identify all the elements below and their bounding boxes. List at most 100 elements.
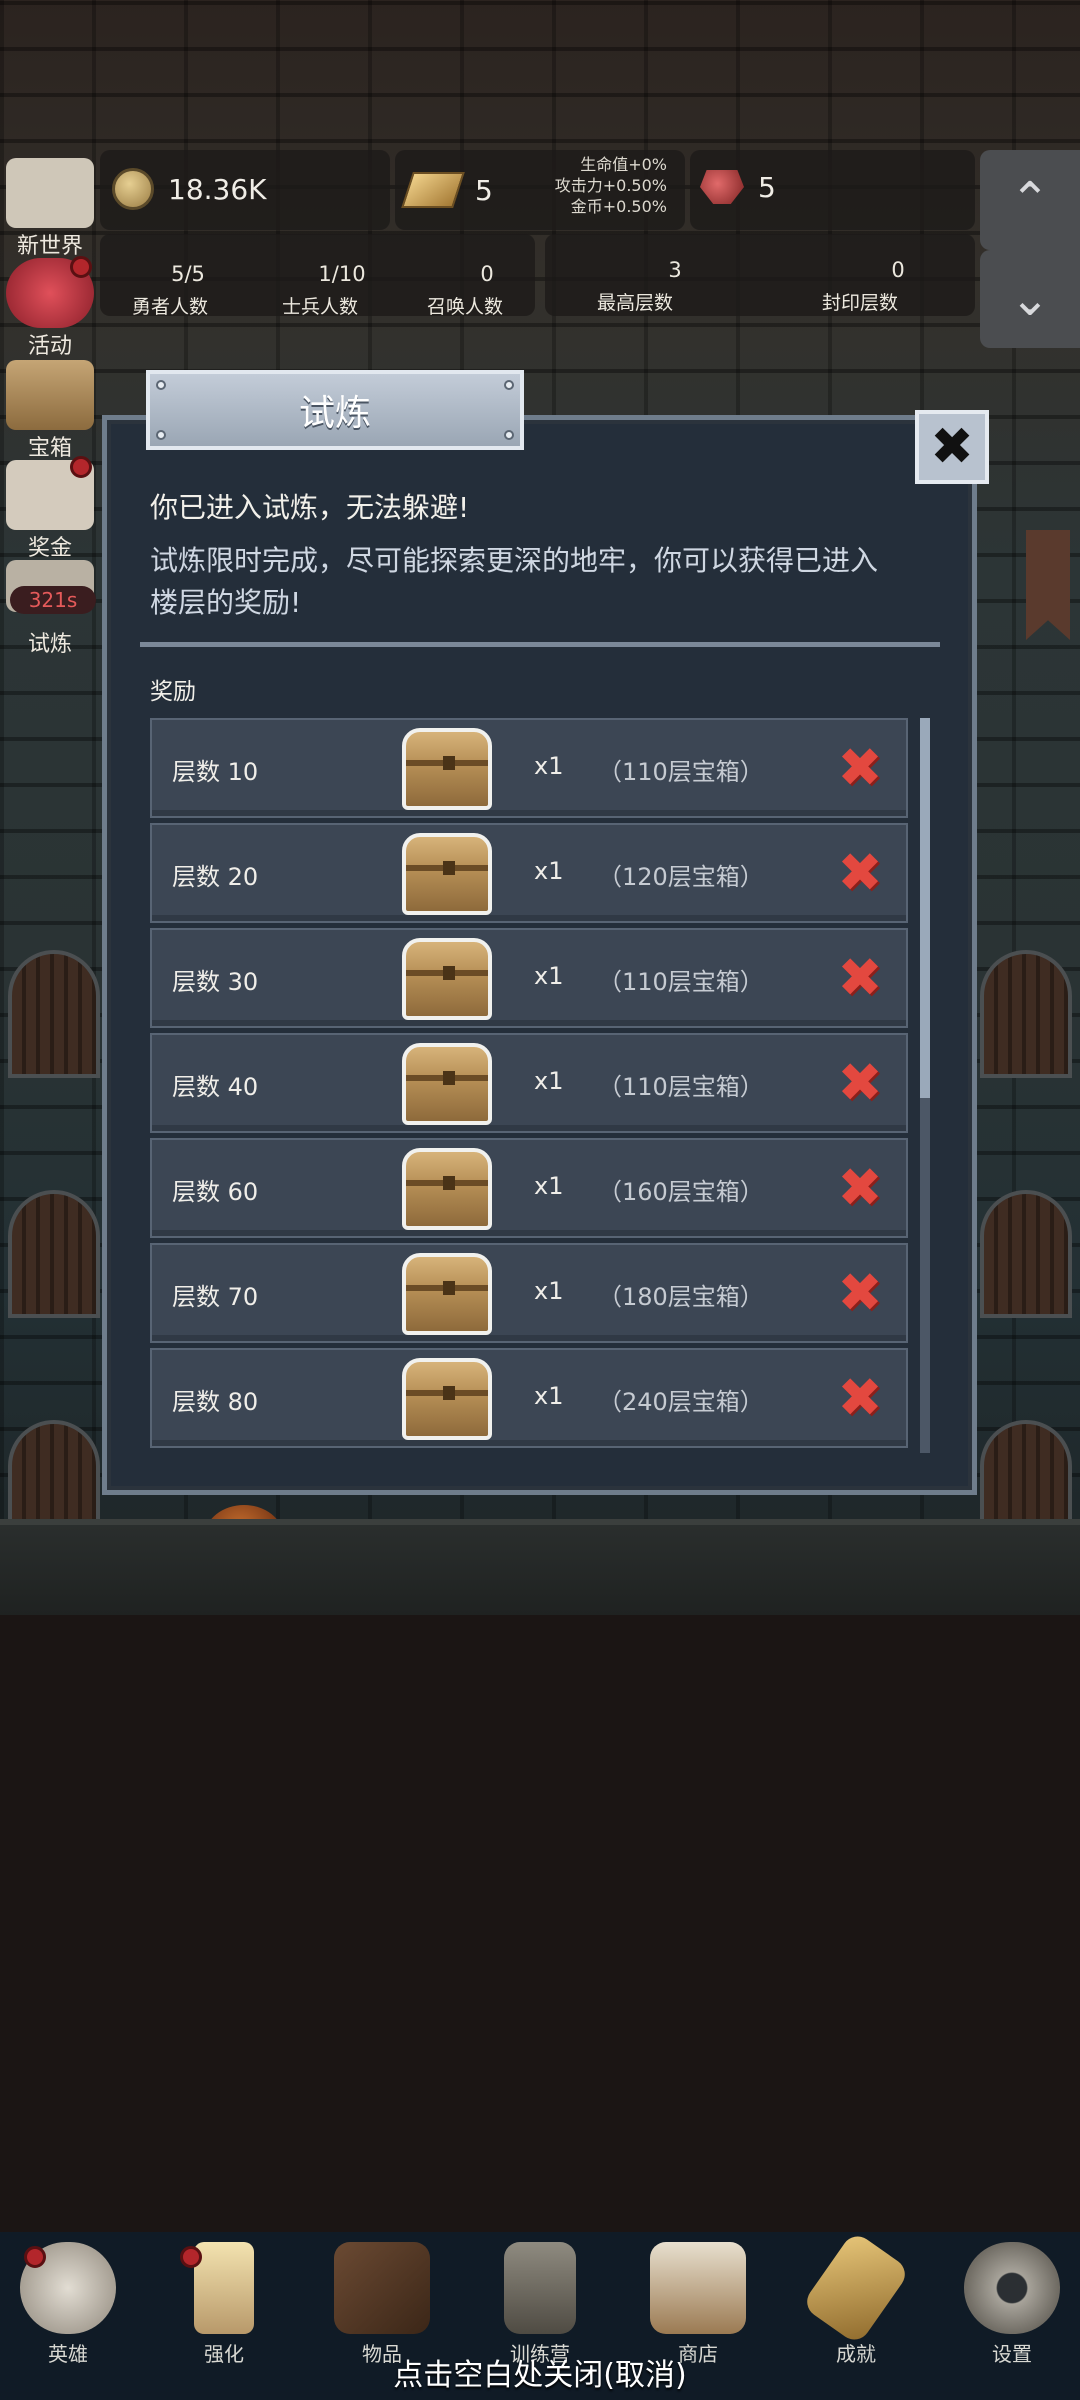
lantern-icon: [504, 2242, 576, 2334]
tab-shop[interactable]: 商店: [638, 2242, 758, 2366]
chevron-down-icon: ⌄: [1009, 271, 1051, 327]
chest-icon: [402, 1358, 492, 1440]
side-item-new-world[interactable]: 新世界: [0, 158, 100, 260]
side-item-label: 奖金: [27, 536, 72, 561]
reward-list[interactable]: 层数 10 x1 （110层宝箱） ✖ 层数 20 x1 （120层宝箱） ✖ …: [150, 718, 910, 1453]
scrollbar-thumb[interactable]: [920, 718, 930, 1098]
dungeon-door: [8, 950, 100, 1078]
close-button[interactable]: ✖: [915, 410, 989, 484]
reward-row[interactable]: 层数 60 x1 （160层宝箱） ✖: [150, 1138, 908, 1238]
rivet: [156, 430, 166, 440]
trial-description-line1: 试炼限时完成，尽可能探索更深的地牢，你可以获得已进入: [150, 544, 879, 577]
dungeon-door: [8, 1190, 100, 1318]
side-item-label: 新世界: [16, 234, 83, 259]
chest-icon: [402, 1043, 492, 1125]
dialog-title: 试炼: [146, 370, 524, 450]
red-x-icon: ✖: [837, 1156, 883, 1219]
chest-icon: [402, 938, 492, 1020]
tab-settings[interactable]: 设置: [952, 2242, 1072, 2366]
map-icon: [6, 158, 94, 228]
red-x-icon: ✖: [837, 1261, 883, 1324]
slime-monster: [205, 1505, 283, 1567]
dungeon-door: [8, 1420, 100, 1548]
reward-floor: 层数 10: [172, 758, 259, 786]
reward-floor: 层数 30: [172, 968, 259, 996]
chest-icon: [6, 360, 94, 430]
reward-row[interactable]: 层数 70 x1 （180层宝箱） ✖: [150, 1243, 908, 1343]
book-icon: [334, 2242, 430, 2334]
ingot-value: 5: [475, 173, 493, 207]
trial-timer: 321s: [10, 586, 96, 614]
reward-qty: x1: [534, 1172, 564, 1200]
gold-coin-icon: [112, 168, 154, 210]
atk-bonus: 攻击力+0.50%: [554, 176, 667, 195]
side-item-chest[interactable]: 宝箱: [0, 360, 100, 462]
divider: [140, 642, 940, 647]
dungeon-door: [980, 1420, 1072, 1548]
reward-box: （110层宝箱）: [598, 1073, 764, 1101]
reward-floor: 层数 80: [172, 1388, 259, 1416]
reward-row[interactable]: 层数 40 x1 （110层宝箱） ✖: [150, 1033, 908, 1133]
notification-dot: [70, 256, 92, 278]
reward-row[interactable]: 层数 20 x1 （120层宝箱） ✖: [150, 823, 908, 923]
gold-value: 18.36K: [168, 172, 267, 206]
tab-items[interactable]: 物品: [322, 2242, 442, 2366]
reward-qty: x1: [534, 1277, 564, 1305]
red-x-icon: ✖: [837, 736, 883, 799]
close-icon: ✖: [930, 417, 974, 477]
reward-floor: 层数 40: [172, 1073, 259, 1101]
reward-floor: 层数 20: [172, 863, 259, 891]
reward-box: （110层宝箱）: [598, 968, 764, 996]
notification-dot: [24, 2246, 46, 2268]
mug-icon: [650, 2242, 746, 2334]
reward-heading: 奖励: [150, 679, 196, 705]
tab-achievement[interactable]: 成就: [796, 2230, 916, 2366]
wall-banner: [1026, 530, 1070, 640]
trial-warning: 你已进入试炼，无法躲避!: [150, 491, 470, 524]
gold-ingot-icon: [401, 172, 465, 208]
scroll-down-button[interactable]: ⌄: [980, 250, 1080, 348]
gem-value: 5: [758, 170, 776, 204]
bonus-list: 生命值+0% 攻击力+0.50% 金币+0.50%: [555, 154, 667, 217]
gem-counter: 5: [690, 150, 975, 230]
gold-counter: 18.36K: [100, 150, 390, 230]
notification-dot: [180, 2246, 202, 2268]
reward-row[interactable]: 层数 30 x1 （110层宝箱） ✖: [150, 928, 908, 1028]
dungeon-door: [980, 1190, 1072, 1318]
reward-row[interactable]: 层数 10 x1 （110层宝箱） ✖: [150, 718, 908, 818]
rivet: [156, 380, 166, 390]
red-x-icon: ✖: [837, 1051, 883, 1114]
notification-dot: [70, 456, 92, 478]
red-gem-icon: [700, 170, 744, 204]
reward-qty: x1: [534, 1067, 564, 1095]
side-item-label: 试炼: [27, 632, 72, 657]
scroll-up-button[interactable]: ⌃: [980, 150, 1080, 250]
red-x-icon: ✖: [837, 841, 883, 904]
key-icon: [800, 2230, 912, 2346]
reward-qty: x1: [534, 857, 564, 885]
chest-icon: [402, 1253, 492, 1335]
dungeon-door: [980, 950, 1072, 1078]
trial-description-line2: 楼层的奖励!: [150, 586, 302, 619]
reward-box: （180层宝箱）: [598, 1283, 764, 1311]
tab-training[interactable]: 训练营: [480, 2242, 600, 2366]
red-x-icon: ✖: [837, 946, 883, 1009]
chest-icon: [402, 728, 492, 810]
reward-floor: 层数 70: [172, 1283, 259, 1311]
chest-icon: [402, 1148, 492, 1230]
dialog-title-text: 试炼: [298, 393, 371, 434]
reward-box: （120层宝箱）: [598, 863, 764, 891]
floor-stats: 3 最高层数 0 封印层数: [545, 234, 975, 316]
hp-bonus: 生命值+0%: [580, 155, 667, 174]
reward-box: （160层宝箱）: [598, 1178, 764, 1206]
chevron-up-icon: ⌃: [1009, 172, 1051, 228]
close-hint[interactable]: 点击空白处关闭(取消): [0, 2350, 1080, 2394]
reward-floor: 层数 60: [172, 1178, 259, 1206]
side-item-label: 活动: [27, 334, 72, 359]
gear-icon: [964, 2242, 1060, 2334]
red-x-icon: ✖: [837, 1366, 883, 1429]
reward-row[interactable]: 层数 80 x1 （240层宝箱） ✖: [150, 1348, 908, 1448]
reward-box: （240层宝箱）: [598, 1388, 764, 1416]
rivet: [504, 430, 514, 440]
ingot-counter: 5 生命值+0% 攻击力+0.50% 金币+0.50%: [395, 150, 685, 230]
